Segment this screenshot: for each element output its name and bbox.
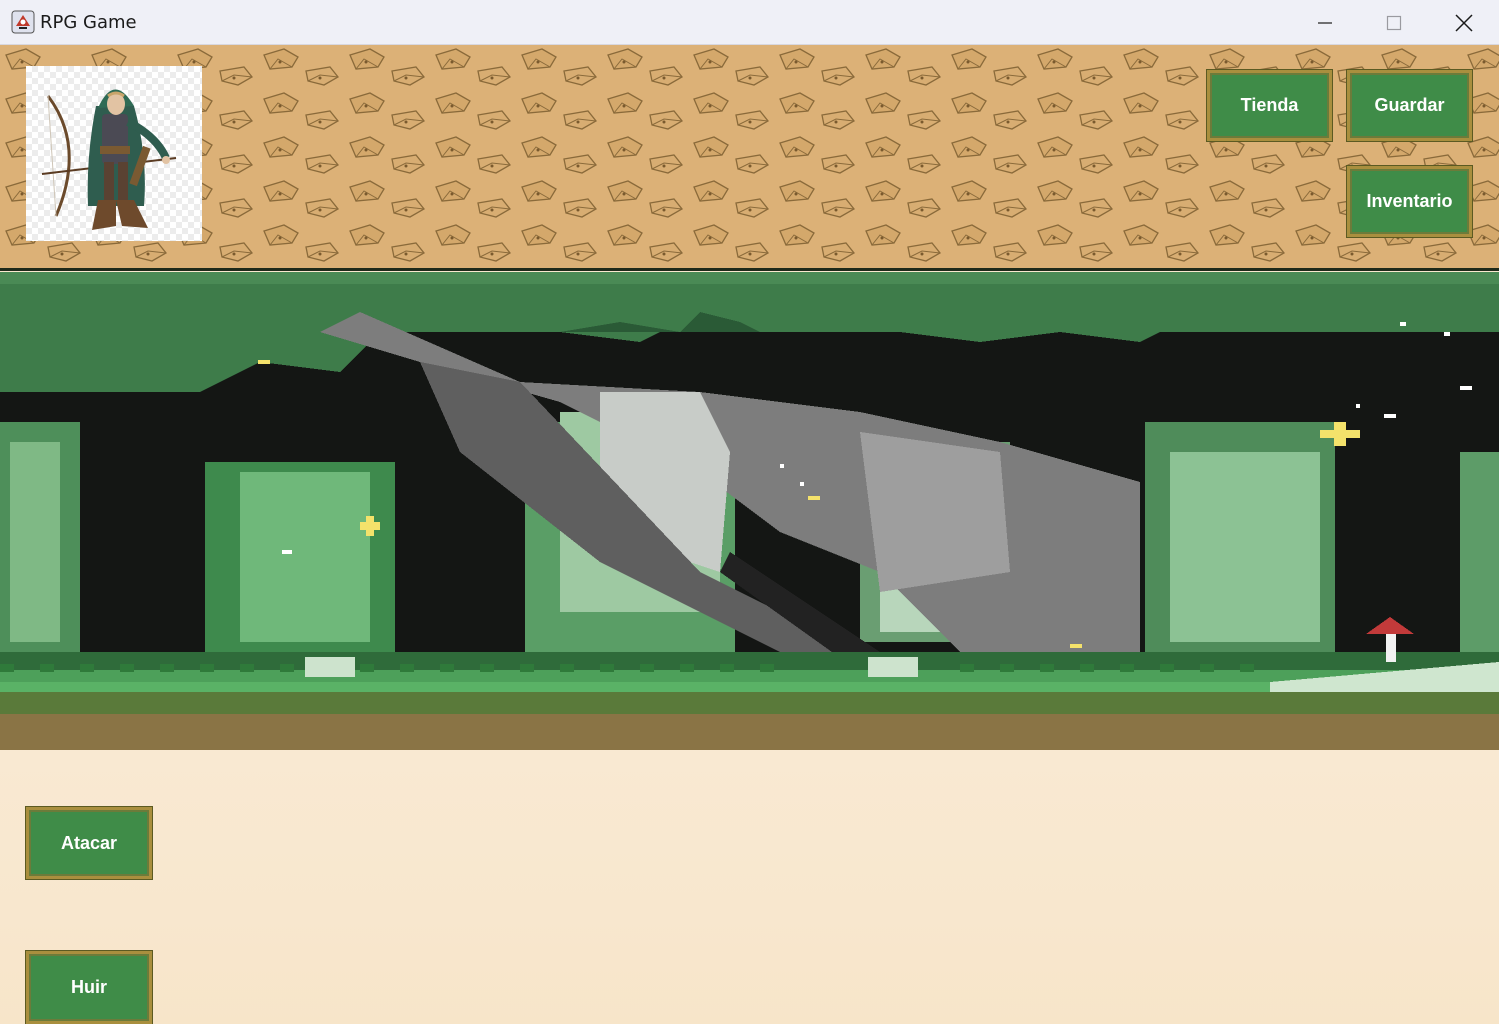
maximize-icon [1386,15,1402,30]
character-header-panel: Tienda Guardar Inventario [0,45,1499,271]
close-button[interactable] [1429,0,1499,45]
shop-button[interactable]: Tienda [1207,70,1332,141]
action-panel [0,750,1499,1024]
attack-button[interactable]: Atacar [26,807,152,879]
close-icon [1455,13,1473,32]
pixel-forest-background-icon [0,272,1499,750]
character-portrait [26,66,202,241]
window-title: RPG Game [40,12,137,33]
flee-button[interactable]: Huir [26,951,152,1024]
inventory-button[interactable]: Inventario [1347,166,1472,237]
maximize-button[interactable] [1359,0,1429,45]
window-titlebar: RPG Game [0,0,1499,45]
java-cup-icon [11,10,35,34]
save-button[interactable]: Guardar [1347,70,1472,141]
battle-scene [0,272,1499,750]
elf-archer-character-portrait-icon [41,89,177,230]
minimize-button[interactable] [1290,0,1360,45]
minimize-icon [1318,21,1332,24]
